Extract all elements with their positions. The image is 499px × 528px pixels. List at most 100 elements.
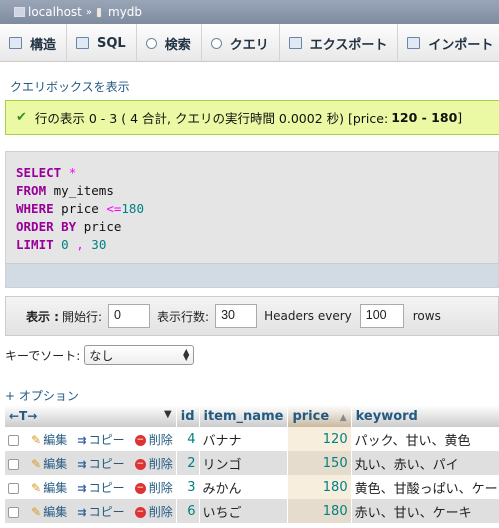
cell-price: 180 [287,499,352,523]
pencil-icon: ✎ [31,456,42,471]
tab-label: インポート [428,37,494,53]
copy-icon: ⇉ [77,481,87,495]
row-actions: ✎ 編集 ⇉ コピー − 削除 [5,475,177,499]
copy-link[interactable]: コピー [89,481,125,495]
sort-by-key: キーでソート: なし ▲ ▼ [5,345,195,365]
row-checkbox[interactable] [8,458,19,470]
row-checkbox[interactable] [8,434,19,446]
sql-column: price [61,201,99,216]
select-arrows-icon: ▲ ▼ [183,347,190,362]
sql-comma: , [76,237,84,252]
column-header-item-name[interactable]: item_name [199,405,289,427]
tab-label: 検索 [164,37,191,53]
structure-icon [9,37,22,49]
cell-item-name: リンゴ [199,451,289,475]
table-row: ✎ 編集 ⇉ コピー − 削除 3 みかん 180 黄色、甘酸っぱい、ケーキ [5,475,499,499]
tab-label: 構造 [30,37,57,53]
copy-icon: ⇉ [77,505,87,519]
database-icon [96,6,102,18]
success-message: ✔ 行の表示 0 - 3 ( 4 合計, クエリの実行時間 0.0002 秒) … [5,100,499,135]
cell-price: 180 [287,475,352,499]
copy-link[interactable]: コピー [89,457,125,471]
tab-structure[interactable]: 構造 [0,24,68,62]
sort-label: キーでソート: [5,348,81,363]
rows-count-label: 表示行数: [157,309,210,324]
row-actions: ✎ 編集 ⇉ コピー − 削除 [5,427,177,451]
delete-icon: − [134,482,146,494]
copy-link[interactable]: コピー [89,433,125,447]
breadcrumb: localhost » mydb [0,0,499,24]
tab-import[interactable]: インポート [398,24,499,62]
column-controls-header: ←T→ ▼ [5,405,177,427]
delete-icon: − [134,434,146,446]
sort-dropdown-icon[interactable]: ▼ [164,409,172,420]
headers-every-label: Headers every [264,309,352,323]
delete-link[interactable]: 削除 [149,481,173,495]
edit-link[interactable]: 編集 [43,505,67,519]
message-text: 行の表示 0 - 3 ( 4 合計, クエリの実行時間 0.0002 秒) [p… [34,111,389,126]
delete-link[interactable]: 削除 [149,505,173,519]
options-link[interactable]: + オプション [5,387,79,404]
sort-select[interactable]: なし ▲ ▼ [84,345,195,365]
edit-link[interactable]: 編集 [43,457,67,471]
show-query-box-link[interactable]: クエリボックスを表示 [10,78,130,95]
sql-number: 30 [91,237,107,252]
row-checkbox[interactable] [8,482,19,494]
cell-keyword: 丸い、赤い、パイ [351,451,499,475]
results-table: ←T→ ▼ id item_name price ▲ keyword ✎ 編集 ⇉… [5,405,499,523]
sql-number: 0 [61,237,69,252]
column-arrows-control[interactable]: ←T→ [9,409,37,423]
cell-id: 2 [176,451,200,475]
tab-query[interactable]: クエリ [202,24,280,62]
breadcrumb-separator: » [85,6,92,18]
search-icon [145,37,157,49]
query-icon [210,37,222,49]
tab-search[interactable]: 検索 [137,24,202,62]
message-range: 120 - 180 [391,110,458,125]
breadcrumb-server[interactable]: localhost [28,5,82,19]
sort-selected-value: なし [89,348,114,363]
show-label: 表示 : [26,309,59,324]
start-row-input[interactable]: 0 [108,304,151,328]
tab-label: エクスポート [309,37,388,53]
sql-icon [76,37,90,49]
edit-link[interactable]: 編集 [43,481,67,495]
table-row: ✎ 編集 ⇉ コピー − 削除 4 バナナ 120 パック、甘い、黄色 [5,427,499,451]
cell-keyword: パック、甘い、黄色 [351,427,499,451]
sql-box-footer [6,263,498,287]
sql-keyword: FROM [16,183,47,198]
column-header-price[interactable]: price ▲ [287,405,352,427]
sql-keyword: WHERE [16,201,54,216]
sql-keyword: LIMIT [16,237,54,252]
checkmark-icon: ✔ [16,110,27,125]
sql-query-box: SELECT * FROM my_items WHERE price <=180… [5,151,499,288]
export-icon [288,37,302,49]
sql-keyword: SELECT [16,165,62,180]
rows-suffix-label: rows [412,309,441,323]
row-actions: ✎ 編集 ⇉ コピー − 削除 [5,451,177,475]
column-header-keyword[interactable]: keyword [351,405,499,427]
tab-sql[interactable]: SQL [67,24,137,62]
rows-count-input[interactable]: 30 [215,304,258,328]
delete-link[interactable]: 削除 [149,433,173,447]
sql-star: * [68,165,77,180]
cell-price: 120 [287,427,352,451]
cell-id: 3 [176,475,200,499]
navigation-form: 表示 : 開始行: 0 表示行数: 30 Headers every 100 r… [5,296,499,336]
sql-column: price [83,219,122,234]
cell-keyword: 黄色、甘酸っぱい、ケーキ [351,475,499,499]
column-header-id[interactable]: id [176,405,200,427]
sql-code: SELECT * FROM my_items WHERE price <=180… [16,164,144,254]
column-header-price-label: price [292,408,330,424]
edit-link[interactable]: 編集 [43,433,67,447]
row-checkbox[interactable] [8,506,19,518]
import-icon [407,37,421,49]
delete-icon: − [134,458,146,470]
cell-id: 4 [176,427,200,451]
copy-link[interactable]: コピー [89,505,125,519]
breadcrumb-database[interactable]: mydb [108,5,142,19]
tab-export[interactable]: エクスポート [280,24,399,62]
row-actions: ✎ 編集 ⇉ コピー − 削除 [5,499,177,523]
headers-every-input[interactable]: 100 [359,304,404,328]
delete-link[interactable]: 削除 [149,457,173,471]
